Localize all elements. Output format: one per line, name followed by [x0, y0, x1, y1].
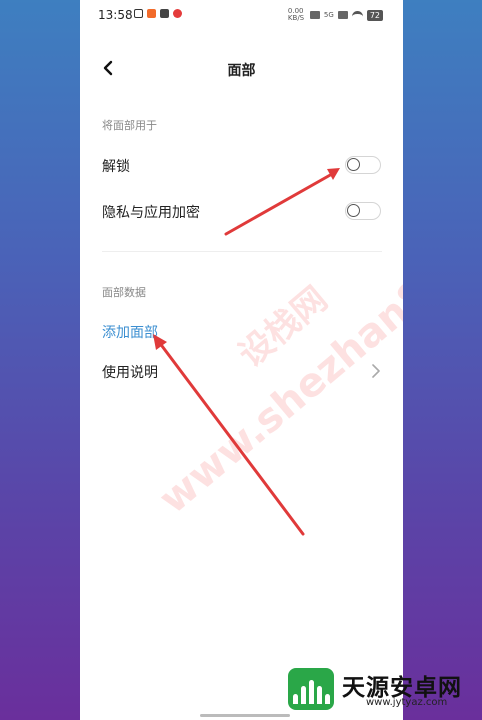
- site-logo: 天源安卓网 www.jytyaz.com: [288, 664, 478, 714]
- page-title: 面部: [227, 63, 256, 79]
- signal-icon: [337, 11, 348, 19]
- mail-icon: [134, 9, 143, 18]
- section-divider: [102, 251, 382, 252]
- app-notification-icon-2: [160, 9, 169, 18]
- header: 面部: [80, 50, 403, 86]
- row-instructions[interactable]: 使用说明: [80, 350, 403, 390]
- logo-url: www.jytyaz.com: [366, 697, 448, 708]
- wifi-icon: [351, 11, 363, 19]
- status-time: 13:58: [98, 8, 133, 22]
- add-face-link[interactable]: 添加面部: [102, 322, 158, 342]
- network-type: 5G: [323, 11, 334, 19]
- toggle-knob: [347, 158, 360, 171]
- privacy-toggle[interactable]: [345, 202, 381, 220]
- row-privacy-label: 隐私与应用加密: [102, 205, 200, 221]
- status-bar: 13:58 0.00 KB/S 5G 72: [80, 0, 403, 30]
- chevron-right-icon: [371, 363, 381, 378]
- location-icon: [173, 9, 182, 18]
- toggle-knob: [347, 204, 360, 217]
- unlock-toggle[interactable]: [345, 156, 381, 174]
- row-privacy-encryption[interactable]: 隐私与应用加密: [80, 190, 403, 230]
- app-notification-icon: [147, 9, 156, 18]
- status-indicators: 0.00 KB/S 5G 72: [288, 8, 383, 22]
- battery-icon: 72: [366, 9, 383, 21]
- section-label-use: 将面部用于: [102, 119, 157, 132]
- row-unlock-label: 解锁: [102, 159, 130, 175]
- hd-icon: [309, 11, 320, 19]
- phone-screen: 13:58 0.00 KB/S 5G 72 面部 将面部用于 解锁 隐私与应用加…: [80, 0, 403, 720]
- home-indicator: [200, 714, 290, 717]
- instructions-label: 使用说明: [102, 365, 158, 381]
- section-label-data: 面部数据: [102, 286, 146, 299]
- row-add-face[interactable]: 添加面部: [80, 310, 403, 350]
- row-unlock[interactable]: 解锁: [80, 144, 403, 184]
- android-logo-icon: [288, 668, 334, 710]
- net-speed: 0.00 KB/S: [287, 7, 305, 22]
